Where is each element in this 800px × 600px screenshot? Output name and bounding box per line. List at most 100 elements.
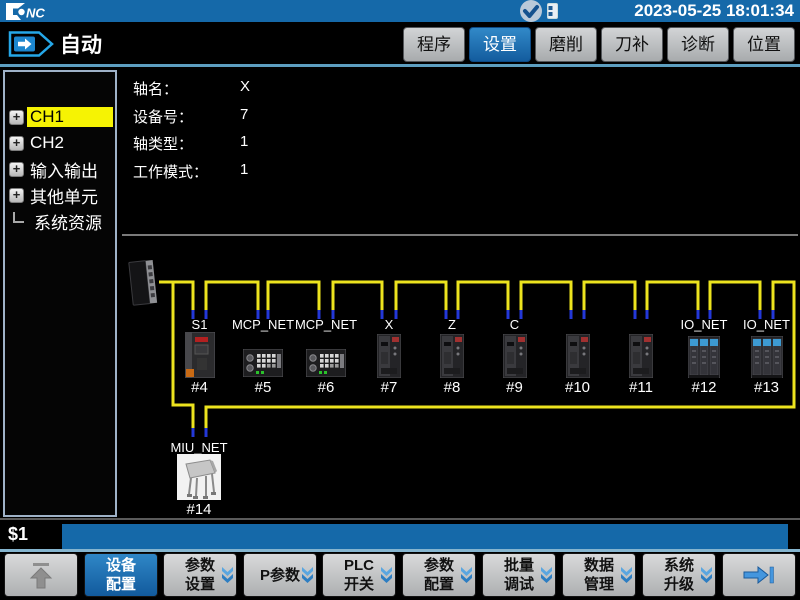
tab-grinding[interactable]: 磨削 — [535, 27, 597, 62]
field-label: 轴名： — [133, 78, 178, 99]
device-number: #11 — [613, 379, 669, 396]
sidebar-item-input-output[interactable]: +输入输出 — [9, 156, 101, 182]
softkey-label: 数据 — [584, 556, 614, 575]
separator-line — [0, 64, 800, 67]
network-device-7[interactable] — [377, 334, 401, 383]
page-up-icon — [27, 562, 55, 589]
chevron-down-icon — [700, 567, 713, 584]
status-message-field — [62, 524, 788, 549]
sidebar-item-ch2[interactable]: +CH2 — [9, 130, 67, 156]
field-value: 7 — [240, 106, 248, 123]
softkey-page-up[interactable] — [4, 553, 78, 597]
device-port-label: IO_NET — [668, 317, 740, 332]
servo-drive-icon — [566, 334, 590, 378]
device-number: #12 — [676, 379, 732, 396]
device-number: #14 — [171, 501, 227, 518]
softkey-page-next[interactable] — [722, 553, 796, 597]
chevron-down-icon — [301, 567, 314, 584]
field-label: 工作模式： — [133, 161, 208, 182]
servo-drive-icon — [377, 334, 401, 378]
field-value: 1 — [240, 161, 248, 178]
chevron-down-icon — [620, 567, 633, 584]
inverter-icon — [185, 332, 215, 378]
gnc-logo-icon: NC — [4, 2, 66, 21]
softkey-label: 系统 — [664, 556, 694, 575]
softkey-system-upgrade[interactable]: 系统升级 — [642, 553, 716, 597]
sidebar-item-label: 系统资源 — [31, 209, 105, 234]
network-device-8[interactable] — [440, 334, 464, 383]
device-number: #8 — [424, 379, 480, 396]
device-port-label: Z — [416, 317, 488, 332]
chevron-down-icon — [460, 567, 473, 584]
softkey-batch-debug[interactable]: 批量调试 — [482, 553, 556, 597]
device-port-label: S1 — [164, 317, 236, 332]
servo-drive-icon — [629, 334, 653, 378]
datetime-text: 2023-05-25 18:01:34 — [634, 1, 794, 21]
network-device-13[interactable] — [751, 336, 783, 383]
device-port-label: MCP_NET — [227, 317, 299, 332]
field-label: 设备号： — [133, 106, 193, 127]
softkey-label: 配置 — [424, 575, 454, 594]
title-bar: NC 2023-05-25 18:01:34 — [0, 0, 800, 22]
sidebar-item-ch1[interactable]: +CH1 — [9, 104, 113, 130]
network-device-5[interactable] — [243, 349, 283, 382]
softkey-label: 参数 — [185, 556, 215, 575]
expand-icon[interactable]: + — [9, 162, 24, 177]
softkey-label: 升级 — [664, 575, 694, 594]
network-device-10[interactable] — [566, 334, 590, 383]
sidebar-item-system-resources[interactable]: 系统资源 — [9, 208, 105, 234]
check-status-icon — [517, 0, 545, 24]
sidebar-item-other-units[interactable]: +其他单元 — [9, 182, 101, 208]
tab-program[interactable]: 程序 — [403, 27, 465, 62]
miu-unit-icon — [177, 454, 221, 500]
host-controller-device[interactable] — [126, 257, 162, 314]
svg-text:NC: NC — [26, 6, 45, 21]
io-module-icon — [751, 336, 783, 378]
network-device-9[interactable] — [503, 334, 527, 383]
softkey-device-config[interactable]: 设备配置 — [84, 553, 158, 597]
expand-icon[interactable]: + — [9, 136, 24, 151]
softkey-param-settings[interactable]: 参数设置 — [163, 553, 237, 597]
tab-settings[interactable]: 设置 — [469, 27, 531, 62]
network-device-4[interactable] — [185, 332, 215, 383]
page-next-icon — [742, 564, 776, 586]
device-number: #7 — [361, 379, 417, 396]
io-module-icon — [688, 336, 720, 378]
expand-icon[interactable]: + — [9, 110, 24, 125]
network-device-12[interactable] — [688, 336, 720, 383]
mode-arrow-icon — [8, 29, 54, 59]
network-device-6[interactable] — [306, 349, 346, 382]
sidebar-item-label: CH1 — [27, 107, 113, 127]
device-port-label: MCP_NET — [290, 317, 362, 332]
softkey-label: 设置 — [185, 575, 215, 594]
separator-line-bottom — [0, 549, 800, 552]
device-number: #5 — [235, 379, 291, 396]
servo-drive-icon — [503, 334, 527, 378]
softkey-label: P参数 — [260, 566, 300, 585]
channel-label: $1 — [8, 524, 28, 545]
tab-tool-comp[interactable]: 刀补 — [601, 27, 663, 62]
network-device-14[interactable] — [177, 454, 221, 505]
tab-diagnosis[interactable]: 诊断 — [667, 27, 729, 62]
network-device-11[interactable] — [629, 334, 653, 383]
softkey-p-params[interactable]: P参数 — [243, 553, 317, 597]
softkey-data-manage[interactable]: 数据管理 — [562, 553, 636, 597]
device-number: #13 — [739, 379, 795, 396]
device-tree-panel: +CH1+CH2+输入输出+其他单元系统资源 — [3, 70, 117, 517]
storage-icon — [547, 3, 558, 19]
softkey-param-config[interactable]: 参数配置 — [402, 553, 476, 597]
mcp-panel-icon — [306, 349, 346, 377]
device-number: #10 — [550, 379, 606, 396]
device-port-label: C — [479, 317, 551, 332]
device-number: #4 — [172, 379, 228, 396]
softkey-label: 调试 — [504, 575, 534, 594]
controller-icon — [126, 257, 162, 309]
tab-position[interactable]: 位置 — [733, 27, 795, 62]
tree-branch-icon — [13, 212, 24, 223]
expand-icon[interactable]: + — [9, 188, 24, 203]
field-label: 轴类型： — [133, 133, 193, 154]
field-value: 1 — [240, 133, 248, 150]
status-row: $1 — [0, 518, 800, 549]
mode-label: 自动 — [60, 29, 102, 59]
softkey-plc-switch[interactable]: PLC开关 — [322, 553, 396, 597]
